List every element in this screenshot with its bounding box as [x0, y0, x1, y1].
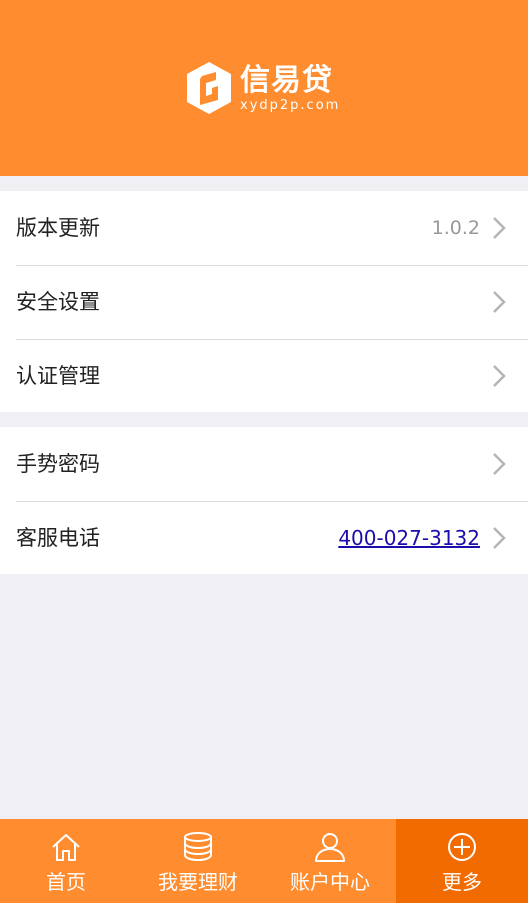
verification-management-row[interactable]: 认证管理 [0, 339, 528, 413]
tab-account[interactable]: 账户中心 [264, 819, 396, 903]
tab-more[interactable]: 更多 [396, 819, 528, 903]
tab-more-label: 更多 [442, 870, 482, 894]
tab-invest[interactable]: 我要理财 [132, 819, 264, 903]
tab-account-label: 账户中心 [290, 870, 370, 894]
logo-hexagon-icon [187, 62, 231, 114]
chevron-right-icon [493, 527, 506, 549]
chevron-right-icon [493, 217, 506, 239]
app-logo: 信易贷 xydp2p.com [184, 60, 340, 116]
tab-invest-label: 我要理财 [158, 870, 238, 894]
security-settings-row[interactable]: 安全设置 [0, 265, 528, 339]
plus-circle-icon [448, 833, 476, 861]
verification-management-label: 认证管理 [16, 364, 100, 388]
bottom-tab-bar: 首页 我要理财 账户中心 更多 [0, 819, 528, 903]
version-update-row[interactable]: 版本更新 1.0.2 [0, 191, 528, 265]
security-settings-label: 安全设置 [16, 290, 100, 314]
coins-stack-icon [184, 832, 212, 862]
customer-service-row[interactable]: 客服电话 400-027-3132 [0, 501, 528, 575]
chevron-right-icon [493, 453, 506, 475]
tab-home-label: 首页 [46, 870, 86, 894]
version-number: 1.0.2 [431, 217, 480, 239]
chevron-right-icon [493, 365, 506, 387]
gesture-password-row[interactable]: 手势密码 [0, 427, 528, 501]
chevron-right-icon [493, 291, 506, 313]
app-header: 信易贷 xydp2p.com [0, 0, 528, 176]
home-icon [52, 834, 80, 861]
user-icon [315, 833, 345, 862]
gesture-password-label: 手势密码 [16, 452, 100, 476]
app-domain: xydp2p.com [240, 97, 341, 113]
customer-service-label: 客服电话 [16, 526, 100, 550]
customer-service-phone-link[interactable]: 400-027-3132 [338, 501, 480, 575]
version-update-label: 版本更新 [16, 216, 100, 240]
app-name: 信易贷 [240, 62, 333, 98]
settings-group-1: 版本更新 1.0.2 安全设置 认证管理 [0, 191, 528, 412]
tab-home[interactable]: 首页 [0, 819, 132, 903]
settings-group-2: 手势密码 客服电话 400-027-3132 [0, 427, 528, 574]
